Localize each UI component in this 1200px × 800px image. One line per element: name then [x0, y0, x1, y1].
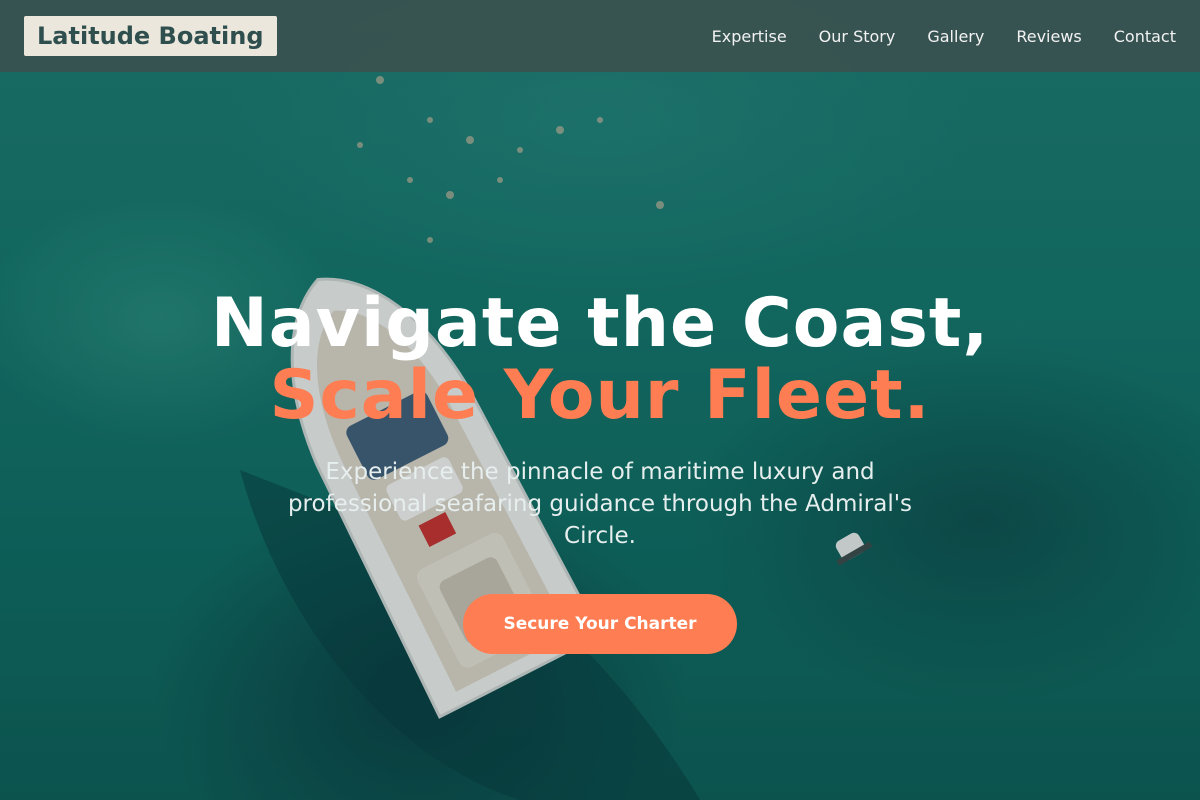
hero-headline-line1: Navigate the Coast, [210, 284, 990, 363]
nav-item-contact: Contact [1114, 27, 1176, 46]
brand-logo-link[interactable]: Latitude Boating [24, 16, 277, 56]
nav-link-expertise[interactable]: Expertise [712, 27, 787, 46]
nav-item-gallery: Gallery [927, 27, 984, 46]
top-navbar: Latitude Boating Expertise Our Story Gal… [0, 0, 1200, 72]
hero-headline-line2: Scale Your Fleet. [269, 356, 931, 435]
secure-charter-button[interactable]: Secure Your Charter [463, 594, 737, 654]
nav-link-contact[interactable]: Contact [1114, 27, 1176, 46]
nav-link-gallery[interactable]: Gallery [927, 27, 984, 46]
hero-subtitle: Experience the pinnacle of maritime luxu… [287, 459, 913, 549]
nav-item-reviews: Reviews [1016, 27, 1081, 46]
landing-page: Latitude Boating Expertise Our Story Gal… [0, 0, 1200, 800]
nav-link-reviews[interactable]: Reviews [1016, 27, 1081, 46]
nav-menu: Expertise Our Story Gallery Reviews Cont… [680, 27, 1176, 46]
nav-link-our-story[interactable]: Our Story [819, 27, 896, 46]
nav-item-expertise: Expertise [712, 27, 787, 46]
hero-headline: Navigate the Coast, Scale Your Fleet. [0, 288, 1200, 432]
hero-section: Navigate the Coast, Scale Your Fleet. Ex… [0, 288, 1200, 654]
nav-item-our-story: Our Story [819, 27, 896, 46]
